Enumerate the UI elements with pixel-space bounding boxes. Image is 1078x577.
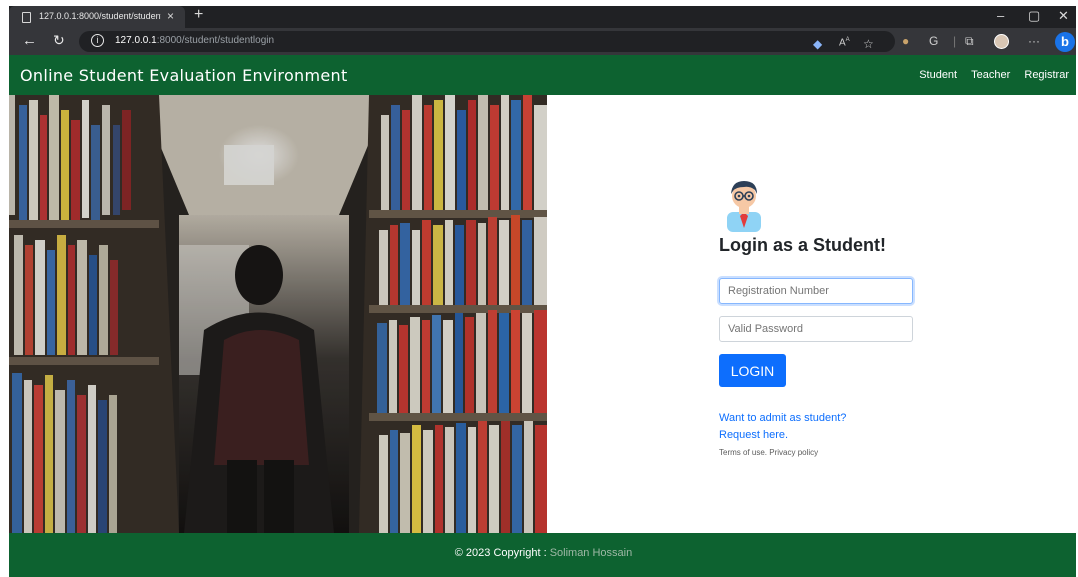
new-tab-button[interactable]: +: [194, 6, 203, 24]
page-icon: [22, 12, 31, 23]
browser-window: 127.0.0.1:8000/student/studentlc × + – ▢…: [0, 0, 1078, 577]
tab-close-icon[interactable]: ×: [167, 9, 174, 23]
tab-bar: 127.0.0.1:8000/student/studentlc × + – ▢…: [9, 6, 1078, 28]
separator: |: [953, 34, 957, 48]
request-here-link[interactable]: Request here.: [719, 429, 788, 441]
window-edge: [0, 0, 9, 577]
nav-links: Student Teacher Registrar: [908, 69, 1069, 81]
library-hero-image: [9, 95, 547, 533]
copilot-icon[interactable]: G: [929, 34, 938, 48]
minimize-button[interactable]: –: [997, 8, 1004, 23]
bing-icon[interactable]: b: [1055, 32, 1075, 52]
address-bar: ← ↻ i 127.0.0.1:8000/student/studentlogi…: [9, 28, 1078, 55]
close-window-button[interactable]: ✕: [1058, 8, 1069, 24]
copyright-text: © 2023 Copyright : Soliman Hossain: [454, 547, 633, 559]
profile-avatar-icon[interactable]: [994, 34, 1009, 49]
nav-registrar[interactable]: Registrar: [1024, 69, 1069, 81]
author-link[interactable]: Soliman Hossain: [550, 547, 633, 559]
login-panel: Login as a Student! LOGIN Want to admit …: [547, 95, 1078, 533]
password-input[interactable]: [719, 316, 913, 342]
student-avatar-icon: [727, 181, 761, 232]
url-field[interactable]: i 127.0.0.1:8000/student/studentlogin ◆ …: [79, 31, 895, 52]
admit-question-link[interactable]: Want to admit as student?: [719, 412, 846, 424]
extension-icon[interactable]: ●: [902, 34, 909, 48]
nav-teacher[interactable]: Teacher: [971, 69, 1010, 81]
tab-title: 127.0.0.1:8000/student/studentlc: [39, 11, 161, 21]
terms-text[interactable]: Terms of use. Privacy policy: [719, 448, 818, 457]
maximize-button[interactable]: ▢: [1028, 8, 1040, 24]
tag-icon[interactable]: ◆: [813, 37, 822, 51]
login-title: Login as a Student!: [719, 235, 887, 255]
more-icon[interactable]: ···: [1028, 34, 1040, 48]
site-navbar: Online Student Evaluation Environment St…: [9, 55, 1078, 95]
favorite-icon[interactable]: ☆: [863, 37, 874, 51]
registration-number-input[interactable]: [719, 278, 913, 304]
read-aloud-icon[interactable]: AA: [839, 37, 850, 48]
url-text: 127.0.0.1:8000/student/studentlogin: [115, 35, 275, 46]
refresh-icon[interactable]: ↻: [53, 32, 65, 49]
site-brand[interactable]: Online Student Evaluation Environment: [20, 66, 348, 85]
library-illustration: [9, 95, 547, 533]
browser-tab[interactable]: 127.0.0.1:8000/student/studentlc ×: [9, 6, 185, 28]
back-icon[interactable]: ←: [22, 32, 37, 49]
site-footer: © 2023 Copyright : Soliman Hossain: [9, 533, 1078, 577]
collections-icon[interactable]: ⧉: [965, 34, 974, 49]
login-button[interactable]: LOGIN: [719, 354, 786, 387]
info-icon[interactable]: i: [91, 34, 104, 47]
nav-student[interactable]: Student: [919, 69, 957, 81]
